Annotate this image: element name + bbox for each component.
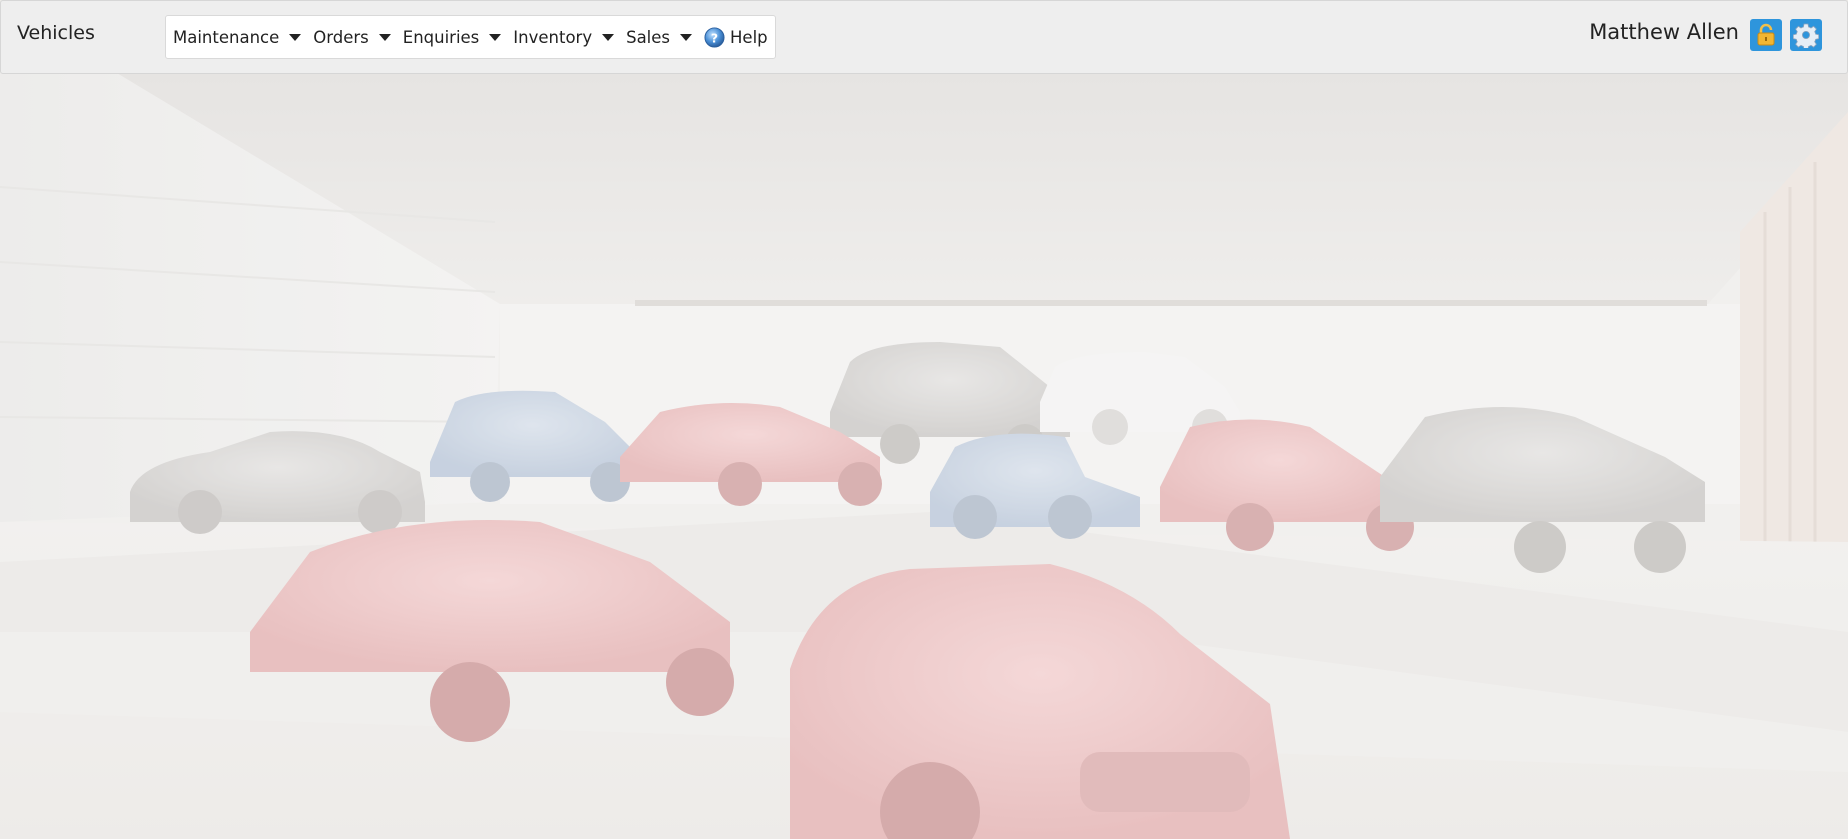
menu-orders[interactable]: Orders	[313, 28, 391, 47]
main-menu: Maintenance Orders Enquiries Inventory S…	[165, 15, 776, 59]
menu-maintenance[interactable]: Maintenance	[173, 27, 302, 47]
help-icon: ?	[704, 26, 725, 48]
caret-down-icon	[289, 34, 302, 41]
gear-icon	[1793, 23, 1819, 48]
page-title: Vehicles	[17, 22, 95, 44]
showroom-background-image	[0, 72, 1848, 839]
menu-help[interactable]: ? Help	[704, 26, 768, 48]
caret-down-icon	[602, 34, 615, 41]
settings-button[interactable]	[1790, 19, 1822, 51]
menu-help-label: Help	[730, 27, 768, 47]
menu-maintenance-label: Maintenance	[173, 27, 280, 47]
caret-down-icon	[489, 34, 502, 41]
menu-enquiries[interactable]: Enquiries	[403, 28, 502, 47]
menu-inventory[interactable]: Inventory	[513, 27, 615, 47]
lock-button[interactable]	[1750, 19, 1782, 51]
menu-inventory-label: Inventory	[513, 27, 593, 47]
caret-down-icon	[378, 34, 391, 41]
menu-orders-label: Orders	[313, 27, 369, 47]
app-window: Vehicles Maintenance Orders Enquiries In…	[0, 0, 1848, 839]
padlock-icon	[1757, 23, 1775, 46]
user-name[interactable]: Matthew Allen	[1589, 20, 1739, 44]
svg-text:?: ?	[711, 30, 718, 45]
top-navigation-bar: Vehicles Maintenance Orders Enquiries In…	[0, 0, 1848, 74]
menu-enquiries-label: Enquiries	[402, 27, 480, 47]
caret-down-icon	[680, 34, 693, 41]
menu-sales-label: Sales	[626, 27, 671, 47]
menu-sales[interactable]: Sales	[626, 27, 693, 47]
